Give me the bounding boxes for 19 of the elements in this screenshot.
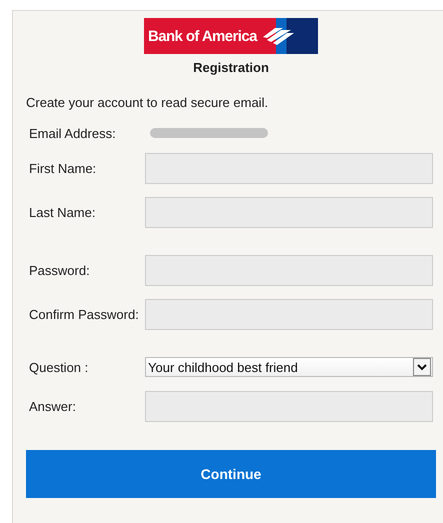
field-label: Last Name:	[28, 204, 96, 220]
page-title: Registration	[193, 60, 269, 75]
input-field[interactable]	[145, 390, 433, 422]
input-field[interactable]	[145, 152, 433, 184]
logo-text: Bank of America	[148, 28, 257, 44]
input-field[interactable]	[145, 298, 433, 330]
question-dropdown[interactable]: Your childhood best friend	[145, 357, 433, 377]
field-label: Email Address:	[28, 126, 117, 140]
flag-icon	[260, 26, 295, 46]
field-label: Confirm Password:	[28, 306, 140, 322]
input-field[interactable]	[145, 196, 433, 228]
continue-button[interactable]: Continue	[26, 450, 436, 498]
field-label: Answer:	[28, 398, 77, 414]
input-field[interactable]	[145, 254, 433, 286]
chevron-down-icon	[417, 364, 427, 370]
intro-text: Create your account to read secure email.	[26, 95, 270, 110]
field-label: First Name:	[28, 160, 98, 176]
field-label: Password:	[28, 262, 91, 278]
field-label: Question :	[28, 360, 90, 374]
